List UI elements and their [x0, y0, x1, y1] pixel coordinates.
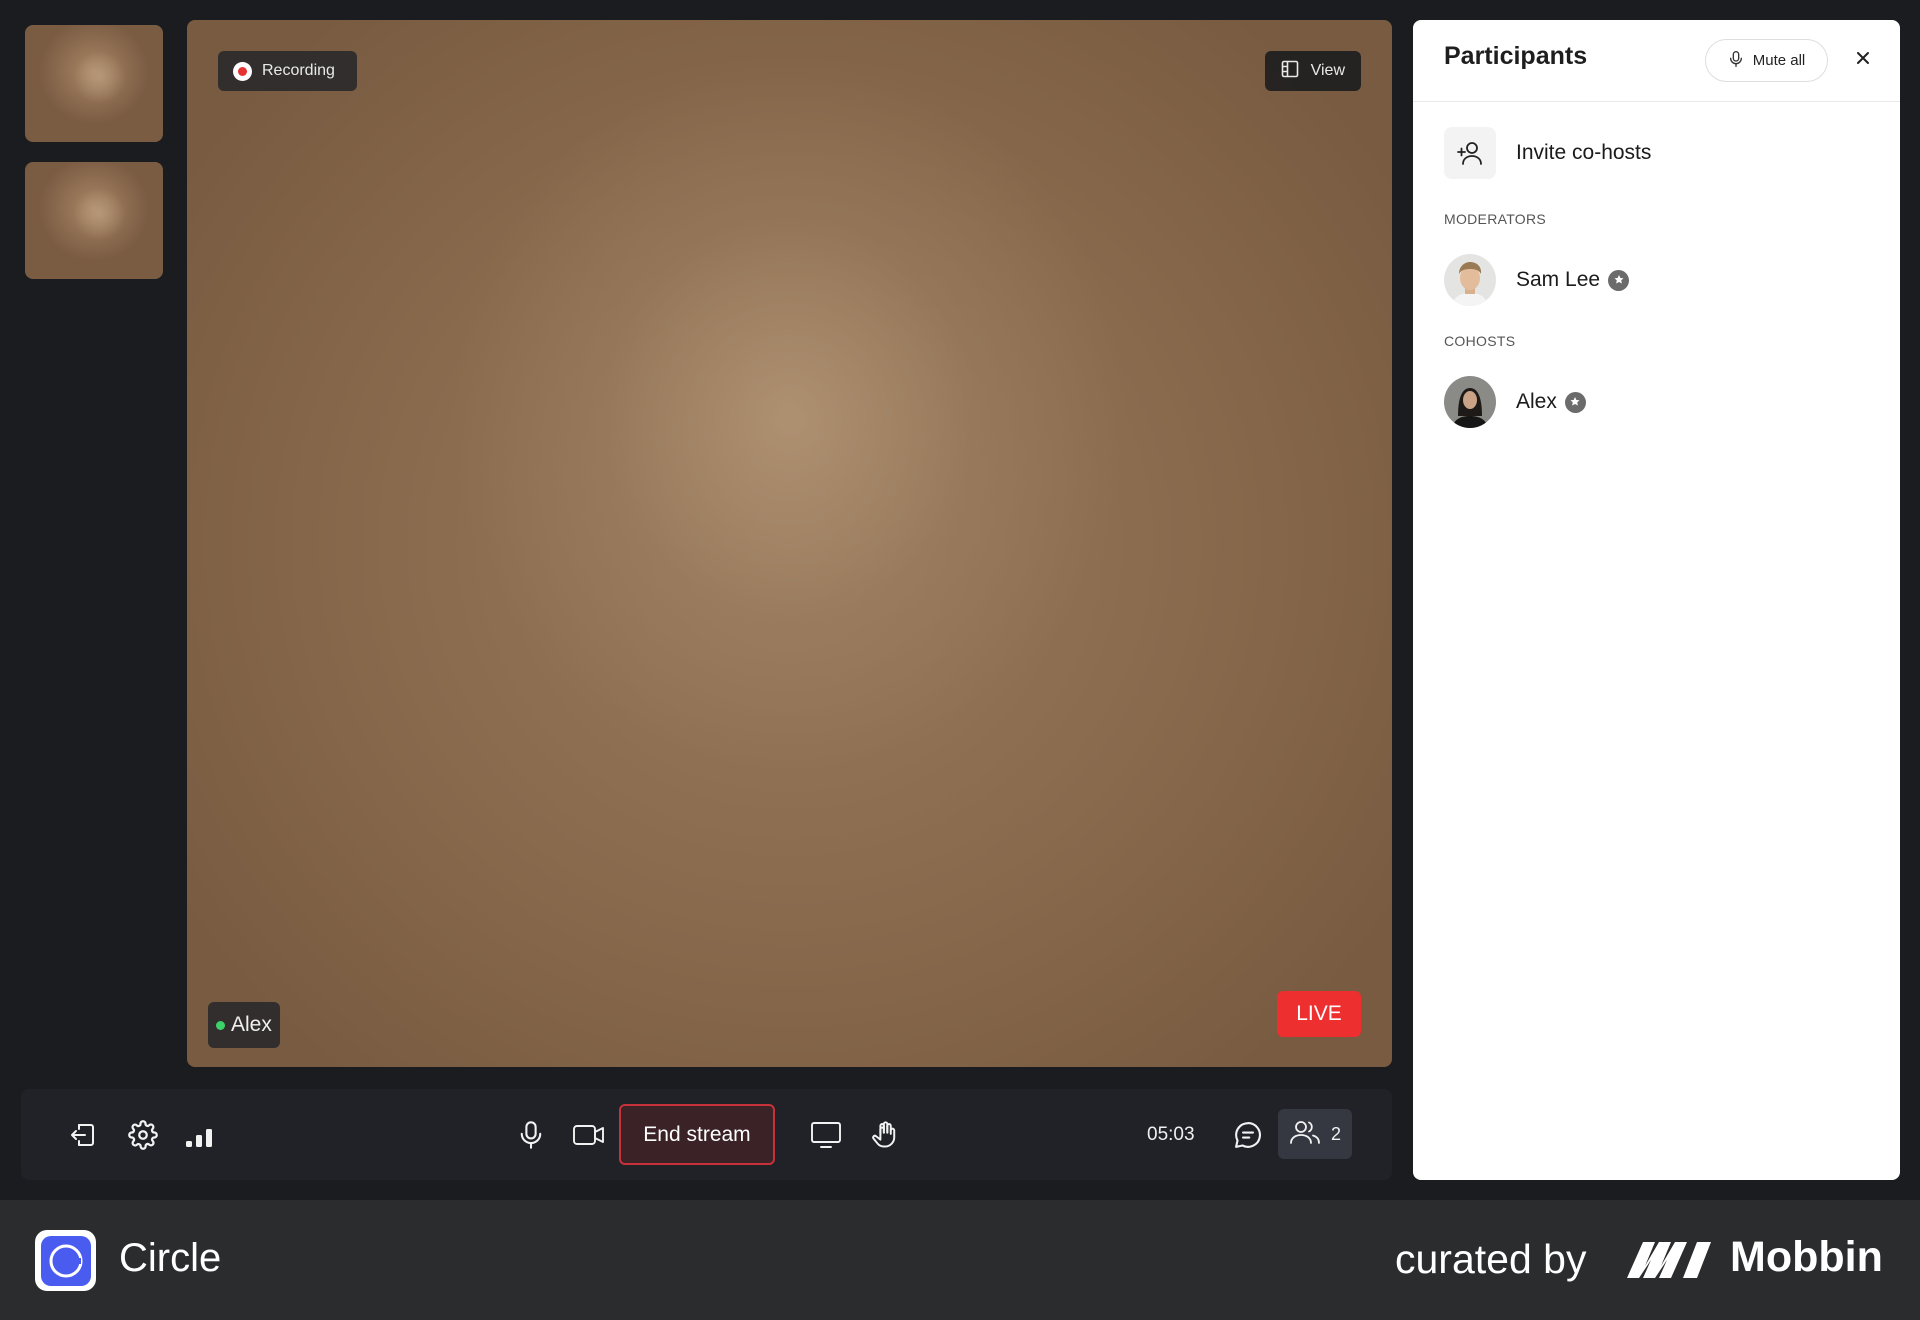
video-camera-icon — [572, 1122, 606, 1148]
avatar — [1444, 254, 1496, 306]
online-status-dot — [216, 1020, 225, 1030]
close-icon — [1855, 50, 1871, 71]
live-badge: LIVE — [1277, 991, 1361, 1037]
raise-hand-button[interactable] — [861, 1089, 909, 1180]
curated-by-label: curated by — [1395, 1236, 1587, 1282]
camera-button[interactable] — [565, 1089, 613, 1180]
monitor-icon — [810, 1120, 842, 1150]
end-stream-button[interactable]: End stream — [619, 1104, 775, 1165]
view-button[interactable]: View — [1264, 51, 1361, 91]
call-controls-bar: End stream 05:03 2 — [21, 1089, 1392, 1180]
recording-badge: Recording — [218, 51, 357, 91]
view-label: View — [1310, 62, 1345, 79]
star-badge-icon — [1608, 269, 1630, 291]
footer-bar: Circle curated by Mobbin — [0, 1200, 1920, 1320]
speaker-name-badge: Alex — [208, 1002, 280, 1048]
signal-bars-icon — [184, 1121, 220, 1149]
participant-name: Sam Lee — [1516, 268, 1601, 291]
gear-icon — [128, 1119, 158, 1150]
stream-timer: 05:03 — [1147, 1123, 1195, 1145]
connection-quality-button[interactable] — [180, 1089, 224, 1180]
add-user-icon — [1444, 127, 1496, 179]
circle-logo-icon — [35, 1230, 96, 1291]
brand-name: Circle — [119, 1236, 222, 1280]
panel-header: Participants Mute all — [1413, 20, 1900, 102]
close-panel-button[interactable] — [1843, 40, 1883, 80]
mute-all-button[interactable]: Mute all — [1705, 39, 1828, 82]
chat-button[interactable] — [1226, 1089, 1270, 1180]
avatar — [1444, 376, 1496, 428]
invite-cohosts-label: Invite co-hosts — [1516, 141, 1652, 164]
video-feed-blur — [73, 187, 126, 241]
hand-icon — [871, 1120, 899, 1150]
main-video-stage: Recording View Alex LIVE — [187, 20, 1392, 1067]
leave-button[interactable] — [61, 1089, 105, 1180]
participants-panel: Participants Mute all Invite co-hosts MO… — [1413, 20, 1900, 1180]
share-screen-button[interactable] — [802, 1089, 850, 1180]
layout-icon — [1281, 60, 1299, 83]
microphone-icon — [1728, 50, 1744, 72]
invite-cohosts-button[interactable]: Invite co-hosts — [1444, 127, 1651, 179]
participant-count: 2 — [1330, 1123, 1341, 1144]
panel-title: Participants — [1444, 42, 1588, 70]
star-badge-icon — [1564, 391, 1586, 413]
participant-row[interactable]: Sam Lee — [1444, 254, 1630, 306]
moderators-heading: MODERATORS — [1444, 211, 1547, 227]
curator-name: Mobbin — [1730, 1233, 1883, 1281]
participant-thumbnail[interactable] — [25, 25, 163, 142]
participant-name: Alex — [1516, 390, 1557, 413]
participant-thumbnail[interactable] — [25, 162, 163, 279]
recording-label: Recording — [262, 62, 335, 79]
participant-row[interactable]: Alex — [1444, 376, 1586, 428]
settings-button[interactable] — [121, 1089, 165, 1180]
speaker-name: Alex — [231, 1013, 272, 1036]
record-icon — [233, 61, 252, 81]
microphone-button[interactable] — [509, 1089, 553, 1180]
mute-all-label: Mute all — [1752, 52, 1806, 69]
cohosts-heading: COHOSTS — [1444, 333, 1516, 349]
chat-bubble-icon — [1233, 1120, 1263, 1150]
mobbin-logo-icon — [1625, 1238, 1715, 1287]
video-feed-blur — [73, 50, 126, 104]
people-icon — [1289, 1118, 1321, 1151]
leave-icon — [68, 1120, 98, 1150]
participants-button[interactable]: 2 — [1278, 1109, 1352, 1159]
microphone-icon — [517, 1120, 545, 1150]
